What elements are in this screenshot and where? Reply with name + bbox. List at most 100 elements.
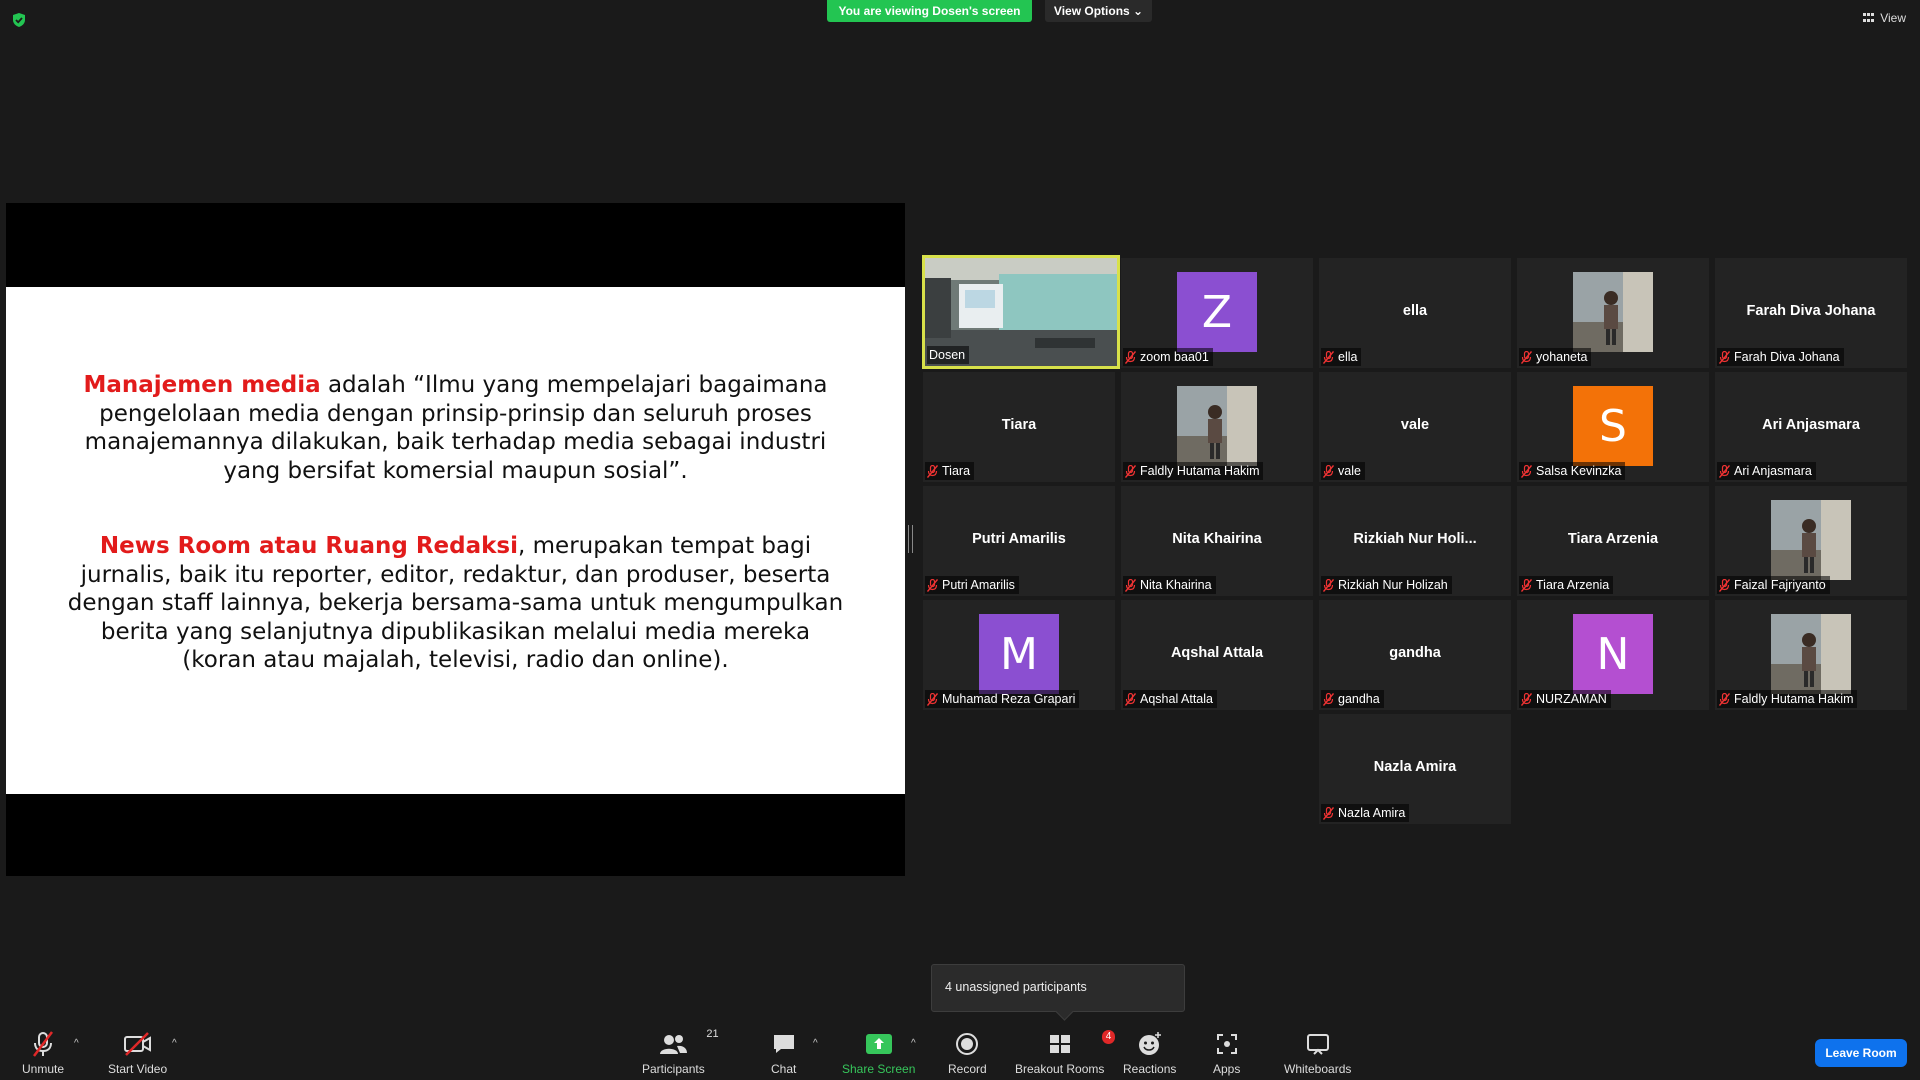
mic-muted-icon [1520,464,1533,478]
participant-name: Faldly Hutama Hakim [1734,692,1854,706]
participant-name-label: Nazla Amira [1321,804,1410,822]
share-options-caret-icon[interactable]: ^ [911,1038,916,1049]
whiteboards-label: Whiteboards [1284,1062,1352,1076]
participant-display-name: Aqshal Attala [1170,645,1264,661]
participant-display-name: Tiara Arzenia [1567,531,1659,547]
unmute-button[interactable]: Unmute [22,1030,64,1076]
chat-options-caret-icon[interactable]: ^ [813,1038,818,1049]
record-icon [956,1033,979,1055]
mic-muted-icon [1124,692,1137,706]
view-options-button[interactable]: View Options ⌄ [1045,0,1152,22]
participant-profile-photo [1177,386,1257,466]
mic-muted-icon [1718,692,1731,706]
breakout-rooms-badge: 4 [1101,1030,1116,1044]
participant-tile[interactable]: Aqshal Attala Aqshal Attala [1121,600,1313,710]
participant-name-label: vale [1321,462,1365,480]
mic-muted-icon [926,578,939,592]
panel-resize-handle[interactable] [908,525,913,553]
chat-label: Chat [771,1062,797,1076]
participant-tile[interactable]: Zzoom baa01 [1121,258,1313,368]
participant-tile[interactable]: Ari Anjasmara Ari Anjasmara [1715,372,1907,482]
view-button[interactable]: View [1863,11,1906,25]
participant-display-name: Putri Amarilis [972,531,1066,547]
presentation-slide: Manajemen media adalah “Ilmu yang mempel… [6,287,905,794]
participant-name: vale [1338,464,1361,478]
participant-display-name: Farah Diva Johana [1746,303,1876,319]
encryption-shield-icon[interactable] [11,12,27,28]
participant-tile[interactable]: Rizkiah Nur Holi... Rizkiah Nur Holizah [1319,486,1511,596]
participant-name: Aqshal Attala [1140,692,1213,706]
participant-display-name: Nazla Amira [1373,759,1457,775]
apps-button[interactable]: Apps [1213,1030,1240,1076]
audio-options-caret-icon[interactable]: ^ [74,1038,79,1049]
slide-paragraph-2: News Room atau Ruang Redaksi, merupakan … [61,532,850,675]
participant-tile[interactable]: Putri Amarilis Putri Amarilis [923,486,1115,596]
participant-display-name: Ari Anjasmara [1762,417,1860,433]
whiteboards-button[interactable]: Whiteboards [1284,1030,1351,1076]
participant-name: Putri Amarilis [942,578,1015,592]
participant-name-label: ella [1321,348,1362,366]
mic-muted-icon [1322,692,1335,706]
mic-muted-icon [1520,350,1533,364]
mic-muted-icon [1322,464,1335,478]
participant-tile[interactable]: gandha gandha [1319,600,1511,710]
participant-tile[interactable]: S Salsa Kevinzka [1517,372,1709,482]
chat-button[interactable]: Chat [771,1030,796,1076]
participant-name: ella [1338,350,1358,364]
participant-name-label: Ari Anjasmara [1717,462,1816,480]
participant-name-label: Faizal Fajriyanto [1717,576,1830,594]
start-video-button[interactable]: Start Video [108,1030,167,1076]
share-screen-button[interactable]: Share Screen [842,1030,915,1076]
mic-muted-icon [1718,350,1731,364]
video-options-caret-icon[interactable]: ^ [172,1038,177,1049]
participant-name-label: Rizkiah Nur Holizah [1321,576,1452,594]
participant-tile[interactable]: ella ella [1319,258,1511,368]
participant-tile[interactable]: Faldly Hutama Hakim [1715,600,1907,710]
mic-muted-icon [1322,806,1335,820]
participant-tile[interactable]: yohaneta [1517,258,1709,368]
record-button[interactable]: Record [948,1030,987,1076]
unassigned-participants-tooltip[interactable]: 4 unassigned participants [931,964,1185,1012]
participant-tile[interactable]: Tiara Arzenia Tiara Arzenia [1517,486,1709,596]
participants-label: Participants [642,1062,705,1076]
participant-tile[interactable]: Nita Khairina Nita Khairina [1121,486,1313,596]
participant-name: NURZAMAN [1536,692,1607,706]
participant-name-label: yohaneta [1519,348,1592,366]
participants-count: 21 [706,1028,719,1040]
participant-tile[interactable]: M Muhamad Reza Grapari [923,600,1115,710]
mic-muted-icon [1124,350,1137,364]
start-video-label: Start Video [108,1062,168,1076]
participant-tile[interactable]: vale vale [1319,372,1511,482]
reactions-button[interactable]: Reactions [1123,1030,1176,1076]
participant-tile[interactable]: N NURZAMAN [1517,600,1709,710]
breakout-rooms-button[interactable]: 4 Breakout Rooms [1015,1030,1116,1076]
participant-name-label: Tiara [925,462,975,480]
slide-term-2: News Room atau Ruang Redaksi [99,533,519,559]
slide-paragraph-1: Manajemen media adalah “Ilmu yang mempel… [66,371,845,485]
participant-name-label: Faldly Hutama Hakim [1717,690,1858,708]
participant-tile[interactable]: Tiara Tiara [923,372,1115,482]
participant-name-label: Salsa Kevinzka [1519,462,1626,480]
participant-name-label: NURZAMAN [1519,690,1611,708]
participant-name: Faizal Fajriyanto [1734,578,1826,592]
participant-name: Faldly Hutama Hakim [1140,464,1260,478]
leave-room-button[interactable]: Leave Room [1815,1039,1907,1067]
participant-name: Tiara Arzenia [1536,578,1610,592]
mic-muted-icon [1124,464,1137,478]
participants-button[interactable]: 21 Participants [642,1028,719,1076]
participants-icon [660,1035,688,1054]
participant-tile[interactable]: Faldly Hutama Hakim [1121,372,1313,482]
participant-profile-photo [1771,500,1851,580]
participant-name: gandha [1338,692,1380,706]
participant-display-name: gandha [1389,645,1441,661]
participant-tile[interactable]: Dosen [922,255,1120,369]
mic-muted-icon [926,692,939,706]
participant-tile[interactable]: Nazla Amira Nazla Amira [1319,714,1511,824]
slide-term-1: Manajemen media [83,372,321,398]
reactions-icon [1138,1032,1161,1055]
viewing-screen-banner: You are viewing Dosen's screen [827,0,1032,22]
participant-tile[interactable]: Faizal Fajriyanto [1715,486,1907,596]
participant-tile[interactable]: Farah Diva Johana Farah Diva Johana [1715,258,1907,368]
share-screen-icon [865,1034,892,1054]
mic-muted-icon [1520,578,1533,592]
